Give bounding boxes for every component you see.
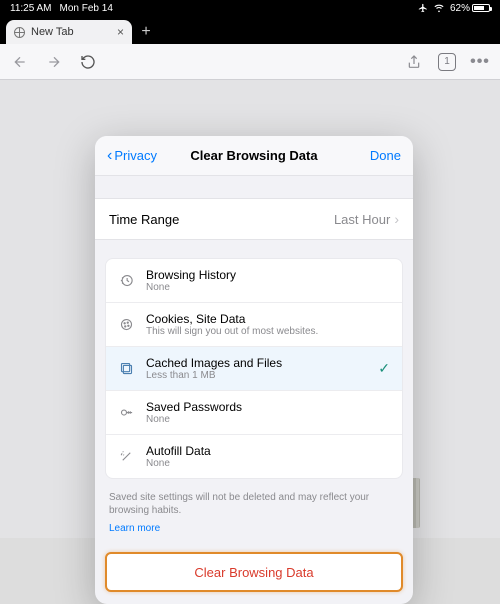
item-subtitle: None (146, 282, 236, 293)
chevron-left-icon: ‹ (107, 148, 112, 164)
item-autofill[interactable]: Autofill Data None (106, 435, 402, 478)
item-subtitle: This will sign you out of most websites. (146, 326, 318, 337)
back-button[interactable] (10, 52, 30, 72)
item-subtitle: None (146, 458, 211, 469)
browser-tab[interactable]: New Tab × (6, 20, 132, 44)
status-time: 11:25 AM (10, 3, 52, 14)
wand-icon (118, 449, 134, 465)
modal-done-button[interactable]: Done (370, 148, 401, 163)
item-cookies[interactable]: Cookies, Site Data This will sign you ou… (106, 303, 402, 347)
clear-browsing-data-button[interactable]: Clear Browsing Data (105, 552, 403, 592)
battery-indicator: 62% (450, 3, 490, 14)
time-range-row[interactable]: Time Range Last Hour › (95, 198, 413, 240)
forward-button[interactable] (44, 52, 64, 72)
item-title: Saved Passwords (146, 400, 242, 414)
cache-icon (118, 361, 134, 377)
learn-more-link[interactable]: Learn more (95, 523, 174, 548)
close-tab-icon[interactable]: × (117, 26, 124, 38)
battery-percent: 62% (450, 3, 470, 14)
item-title: Cached Images and Files (146, 356, 282, 370)
key-icon (118, 405, 134, 421)
browser-toolbar: 1 ••• (0, 44, 500, 80)
time-range-value: Last Hour (334, 212, 390, 227)
item-cached-files[interactable]: Cached Images and Files Less than 1 MB ✓ (106, 347, 402, 391)
tab-strip: New Tab × + (0, 16, 500, 44)
clear-browsing-data-modal: ‹ Privacy Clear Browsing Data Done Time … (95, 136, 413, 604)
footnote-text: Saved site settings will not be deleted … (95, 479, 413, 519)
item-passwords[interactable]: Saved Passwords None (106, 391, 402, 435)
clear-button-label: Clear Browsing Data (194, 565, 313, 580)
globe-icon (14, 27, 25, 38)
modal-back-button[interactable]: ‹ Privacy (107, 148, 157, 164)
modal-header: ‹ Privacy Clear Browsing Data Done (95, 136, 413, 176)
new-tab-button[interactable]: + (132, 20, 160, 44)
airplane-mode-icon (418, 3, 428, 13)
item-title: Autofill Data (146, 444, 211, 458)
item-title: Browsing History (146, 268, 236, 282)
tab-count: 1 (444, 56, 450, 67)
item-browsing-history[interactable]: Browsing History None (106, 259, 402, 303)
item-subtitle: None (146, 414, 242, 425)
item-title: Cookies, Site Data (146, 312, 318, 326)
modal-back-label: Privacy (114, 148, 157, 163)
time-range-label: Time Range (109, 212, 179, 227)
data-type-list: Browsing History None Cookies, Site Data… (105, 258, 403, 479)
checkmark-icon: ✓ (378, 360, 390, 377)
chevron-right-icon: › (394, 211, 399, 227)
modal-title: Clear Browsing Data (190, 148, 317, 163)
history-icon (118, 273, 134, 289)
reload-button[interactable] (78, 52, 98, 72)
wifi-icon (433, 3, 445, 13)
share-button[interactable] (404, 52, 424, 72)
item-subtitle: Less than 1 MB (146, 370, 282, 381)
overflow-menu-button[interactable]: ••• (470, 52, 490, 72)
tab-title: New Tab (31, 26, 74, 38)
cookie-icon (118, 317, 134, 333)
modal-done-label: Done (370, 148, 401, 163)
tab-count-button[interactable]: 1 (438, 53, 456, 71)
status-bar: 11:25 AM Mon Feb 14 62% (0, 0, 500, 16)
status-date: Mon Feb 14 (60, 3, 113, 14)
